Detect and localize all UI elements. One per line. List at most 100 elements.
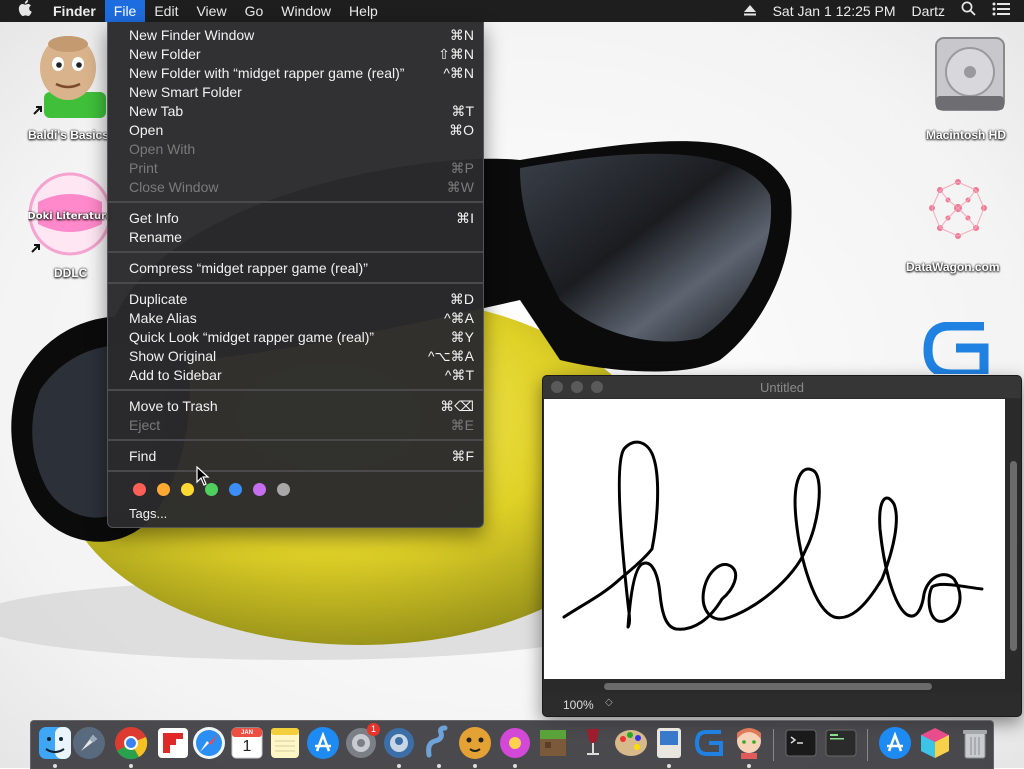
- menu-help[interactable]: Help: [340, 0, 387, 22]
- trash-icon[interactable]: [957, 725, 993, 761]
- eject-icon[interactable]: [735, 0, 765, 22]
- zoom-level[interactable]: 100%: [563, 698, 594, 712]
- launchpad-icon[interactable]: [71, 725, 107, 761]
- menu-item-label: Print: [129, 160, 158, 176]
- vertical-scroll-thumb[interactable]: [1010, 461, 1017, 651]
- vertical-scrollbar[interactable]: [1005, 399, 1021, 679]
- desktop-icon-gdevelop[interactable]: [920, 321, 996, 379]
- flipboard-icon[interactable]: [155, 725, 191, 761]
- menu-item-rename[interactable]: Rename: [108, 228, 483, 247]
- desktop-icon-datawagon[interactable]: DataWagon.com: [904, 172, 1012, 284]
- dock: JAN 1 1: [30, 720, 994, 769]
- menu-item-new-smart-folder[interactable]: New Smart Folder: [108, 83, 483, 102]
- console-icon-glyph: [825, 729, 857, 757]
- notification-center-icon[interactable]: [984, 0, 1024, 22]
- menu-item-tags[interactable]: Tags...: [108, 505, 483, 524]
- menu-app-name[interactable]: Finder: [44, 0, 105, 22]
- mac-app-icon[interactable]: [651, 725, 687, 761]
- menubar-user[interactable]: Dartz: [904, 0, 953, 22]
- paint-palette-icon[interactable]: [613, 725, 649, 761]
- menu-window[interactable]: Window: [272, 0, 340, 22]
- menu-item-make-alias[interactable]: Make Alias ^⌘A: [108, 309, 483, 328]
- calendar-month: JAN: [240, 730, 253, 736]
- menu-file[interactable]: File: [104, 0, 146, 22]
- menu-item-open-with[interactable]: Open With: [108, 140, 483, 159]
- menu-edit[interactable]: Edit: [145, 0, 187, 22]
- desktop-icon-ddlc[interactable]: Doki Doki Literature Club DDLC: [28, 172, 114, 284]
- menu-item-new-folder-with-selection[interactable]: New Folder with “midget rapper game (rea…: [108, 64, 483, 83]
- colorful-app-icon[interactable]: [917, 725, 953, 761]
- menu-separator: [108, 282, 483, 284]
- safari-icon[interactable]: [191, 725, 227, 761]
- tag-color-yellow[interactable]: [181, 483, 194, 496]
- menu-item-move-to-trash[interactable]: Move to Trash ⌘⌫: [108, 397, 483, 416]
- anime-character-icon[interactable]: [731, 725, 767, 761]
- app-store-icon-glyph: [307, 727, 339, 759]
- menu-item-new-folder[interactable]: New Folder ⇧⌘N: [108, 45, 483, 64]
- tag-color-blue[interactable]: [229, 483, 242, 496]
- calendar-icon[interactable]: JAN 1: [229, 725, 265, 761]
- desktop-icon-baldi[interactable]: Baldi's Basics: [28, 34, 110, 146]
- finder-icon[interactable]: [37, 725, 73, 761]
- cheetah-app-icon[interactable]: [457, 725, 493, 761]
- menu-item-find[interactable]: Find ⌘F: [108, 447, 483, 466]
- colorful-app-icon-glyph: [921, 728, 949, 758]
- menu-item-shortcut: ⌘D: [449, 291, 474, 307]
- menu-item-eject[interactable]: Eject ⌘E: [108, 416, 483, 435]
- menu-item-compress[interactable]: Compress “midget rapper game (real)”: [108, 259, 483, 278]
- file-menu-dropdown: New Finder Window ⌘N New Folder ⇧⌘N New Fold…: [107, 22, 484, 528]
- apple-icon[interactable]: [0, 0, 44, 22]
- notes-icon[interactable]: [267, 725, 303, 761]
- worm-app-icon-glyph: [426, 725, 448, 758]
- flower-app-icon[interactable]: [497, 725, 533, 761]
- menu-item-get-info[interactable]: Get Info ⌘I: [108, 209, 483, 228]
- terminal-icon[interactable]: [783, 725, 819, 761]
- menu-item-show-original[interactable]: Show Original ^⌥⌘A: [108, 347, 483, 366]
- console-icon[interactable]: [823, 725, 859, 761]
- menu-item-close-window[interactable]: Close Window ⌘W: [108, 178, 483, 197]
- desktop-icon-macintosh-hd[interactable]: Macintosh HD: [924, 34, 1016, 146]
- app-store-icon-2-glyph: [879, 727, 911, 759]
- tag-color-gray[interactable]: [277, 483, 290, 496]
- menu-go[interactable]: Go: [236, 0, 273, 22]
- spotlight-search-icon[interactable]: [953, 0, 984, 22]
- menu-view[interactable]: View: [187, 0, 235, 22]
- menu-bar: Finder File Edit View Go Window Help Sat…: [0, 0, 1024, 22]
- running-indicator: [53, 764, 57, 768]
- menu-item-new-finder-window[interactable]: New Finder Window ⌘N: [108, 26, 483, 45]
- anime-character-icon-glyph: [737, 728, 761, 759]
- minecraft-icon[interactable]: [535, 725, 571, 761]
- horizontal-scrollbar[interactable]: [544, 679, 1021, 693]
- drawing-canvas[interactable]: hello: [544, 399, 1005, 679]
- zoom-stepper-icon[interactable]: ◇: [605, 697, 613, 708]
- horizontal-scroll-thumb[interactable]: [604, 683, 932, 690]
- mouse-cursor-icon: [196, 466, 210, 486]
- system-preferences-icon[interactable]: 1: [343, 723, 380, 761]
- menu-item-quick-look[interactable]: Quick Look “midget rapper game (real)” ⌘Y: [108, 328, 483, 347]
- menu-item-label: Quick Look “midget rapper game (real)”: [129, 329, 375, 345]
- app-store-icon[interactable]: [305, 725, 341, 761]
- dock-separator: [773, 729, 774, 761]
- menu-item-print[interactable]: Print ⌘P: [108, 159, 483, 178]
- menu-item-new-tab[interactable]: New Tab ⌘T: [108, 102, 483, 121]
- menu-item-add-to-sidebar[interactable]: Add to Sidebar ^⌘T: [108, 366, 483, 385]
- chrome-icon[interactable]: [113, 725, 149, 761]
- drawing-window[interactable]: Untitled hello 100% ◇: [542, 375, 1022, 717]
- menu-item-open[interactable]: Open ⌘O: [108, 121, 483, 140]
- tag-color-orange[interactable]: [157, 483, 170, 496]
- alias-arrow-icon: [33, 106, 42, 115]
- menu-item-shortcut: ^⌥⌘A: [427, 348, 474, 364]
- tag-color-red[interactable]: [133, 483, 146, 496]
- worm-app-icon[interactable]: [421, 725, 457, 761]
- menu-separator: [108, 389, 483, 391]
- menu-item-label: Close Window: [129, 179, 219, 195]
- gdevelop-icon[interactable]: [691, 725, 727, 761]
- menubar-clock[interactable]: Sat Jan 1 12:25 PM: [765, 0, 904, 22]
- wine-icon[interactable]: [575, 725, 611, 761]
- menu-item-label: Make Alias: [129, 310, 197, 326]
- app-store-icon-2[interactable]: [877, 725, 913, 761]
- window-title-bar[interactable]: Untitled: [543, 376, 1021, 398]
- network-utility-icon[interactable]: [381, 725, 417, 761]
- menu-item-duplicate[interactable]: Duplicate ⌘D: [108, 290, 483, 309]
- tag-color-purple[interactable]: [253, 483, 266, 496]
